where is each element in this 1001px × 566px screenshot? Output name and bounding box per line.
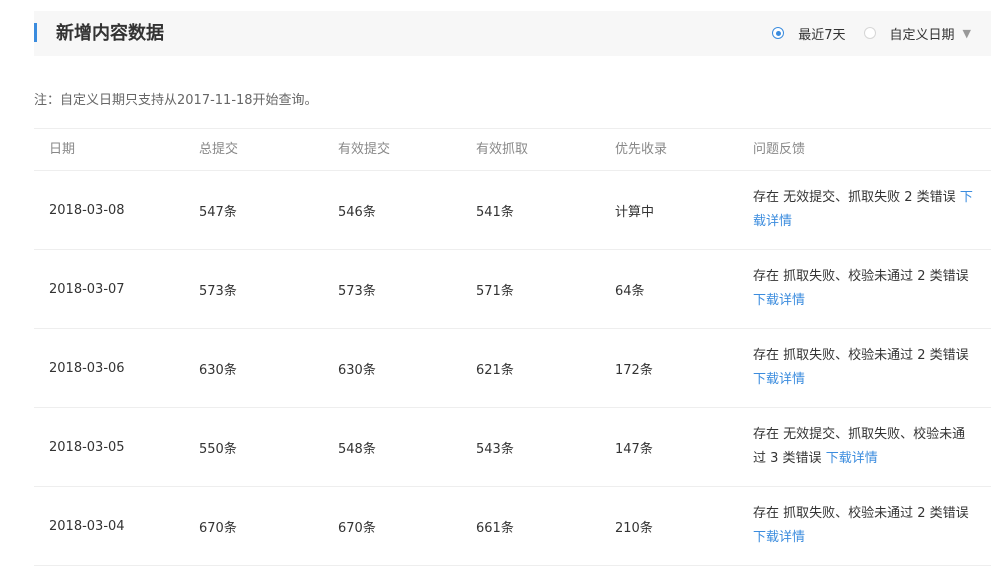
cell-total: 547条 <box>199 204 237 220</box>
feedback-text: 存在 抓取失败、校验未通过 2 类错误 <box>753 269 969 284</box>
cell-date: 2018-03-04 <box>49 518 125 534</box>
cell-valid-submit: 548条 <box>338 441 376 457</box>
cell-feedback: 存在 无效提交、抓取失败、校验未通过 3 类错误 下载详情 <box>753 408 975 486</box>
cell-date: 2018-03-05 <box>49 439 125 455</box>
column-header-priority: 优先收录 <box>615 142 668 157</box>
cell-feedback: 存在 抓取失败、校验未通过 2 类错误 下载详情 <box>753 487 975 565</box>
page-title: 新增内容数据 <box>56 23 164 44</box>
feedback-text: 存在 无效提交、抓取失败 2 类错误 <box>753 190 956 205</box>
cell-valid-submit: 546条 <box>338 204 376 220</box>
cell-total: 630条 <box>199 362 237 378</box>
cell-total: 670条 <box>199 520 237 536</box>
column-header-date: 日期 <box>49 142 76 157</box>
radio-unchecked-icon[interactable] <box>863 27 876 39</box>
cell-total: 550条 <box>199 441 237 457</box>
cell-valid-crawl: 571条 <box>476 283 514 299</box>
cell-total: 573条 <box>199 283 237 299</box>
column-header-total: 总提交 <box>199 142 239 157</box>
cell-valid-submit: 630条 <box>338 362 376 378</box>
table-row: 2018-03-08 547条 546条 541条 计算中 存在 无效提交、抓取… <box>34 171 991 250</box>
cell-feedback: 存在 抓取失败、校验未通过 2 类错误 下载详情 <box>753 329 975 407</box>
table-header-row: 日期 总提交 有效提交 有效抓取 优先收录 问题反馈 <box>34 129 991 171</box>
cell-date: 2018-03-08 <box>49 202 125 218</box>
cell-valid-submit: 573条 <box>338 283 376 299</box>
option-label: 自定义日期 <box>889 27 955 43</box>
cell-date: 2018-03-06 <box>49 360 125 376</box>
radio-checked-icon[interactable] <box>772 27 785 39</box>
cell-date: 2018-03-07 <box>49 281 125 297</box>
table-row: 2018-03-07 573条 573条 571条 64条 存在 抓取失败、校验… <box>34 250 991 329</box>
date-range-note: 注：自定义日期只支持从2017-11-18开始查询。 <box>34 93 318 108</box>
section-header: 新增内容数据 最近7天 自定义日期 ▼ <box>34 11 991 56</box>
column-header-valid-crawl: 有效抓取 <box>476 142 529 157</box>
option-custom-date[interactable]: 自定义日期 ▼ <box>863 24 971 43</box>
table-row: 2018-03-04 670条 670条 661条 210条 存在 抓取失败、校… <box>34 487 991 566</box>
cell-priority: 172条 <box>615 362 653 378</box>
cell-feedback: 存在 抓取失败、校验未通过 2 类错误 下载详情 <box>753 250 975 328</box>
cell-priority: 64条 <box>615 283 645 299</box>
feedback-text: 存在 抓取失败、校验未通过 2 类错误 <box>753 348 969 363</box>
cell-valid-crawl: 621条 <box>476 362 514 378</box>
date-range-selector: 最近7天 自定义日期 ▼ <box>772 23 971 43</box>
download-details-link[interactable]: 下载详情 <box>753 372 805 387</box>
column-header-valid-submit: 有效提交 <box>338 142 391 157</box>
cell-feedback: 存在 无效提交、抓取失败 2 类错误 下载详情 <box>753 171 975 249</box>
download-details-link[interactable]: 下载详情 <box>826 451 878 466</box>
cell-valid-crawl: 543条 <box>476 441 514 457</box>
table-row: 2018-03-05 550条 548条 543条 147条 存在 无效提交、抓… <box>34 408 991 487</box>
download-details-link[interactable]: 下载详情 <box>753 293 805 308</box>
cell-valid-crawl: 541条 <box>476 204 514 220</box>
option-label: 最近7天 <box>798 27 846 43</box>
table-row: 2018-03-06 630条 630条 621条 172条 存在 抓取失败、校… <box>34 329 991 408</box>
cell-valid-submit: 670条 <box>338 520 376 536</box>
cell-priority: 210条 <box>615 520 653 536</box>
option-last-7-days[interactable]: 最近7天 <box>772 24 846 43</box>
header-accent-bar <box>34 23 37 42</box>
feedback-text: 存在 抓取失败、校验未通过 2 类错误 <box>753 506 969 521</box>
column-header-feedback: 问题反馈 <box>753 142 806 157</box>
cell-valid-crawl: 661条 <box>476 520 514 536</box>
cell-priority: 计算中 <box>615 204 655 220</box>
content-data-table: 日期 总提交 有效提交 有效抓取 优先收录 问题反馈 2018-03-08 54… <box>34 128 991 566</box>
cell-priority: 147条 <box>615 441 653 457</box>
chevron-down-icon[interactable]: ▼ <box>963 27 971 40</box>
